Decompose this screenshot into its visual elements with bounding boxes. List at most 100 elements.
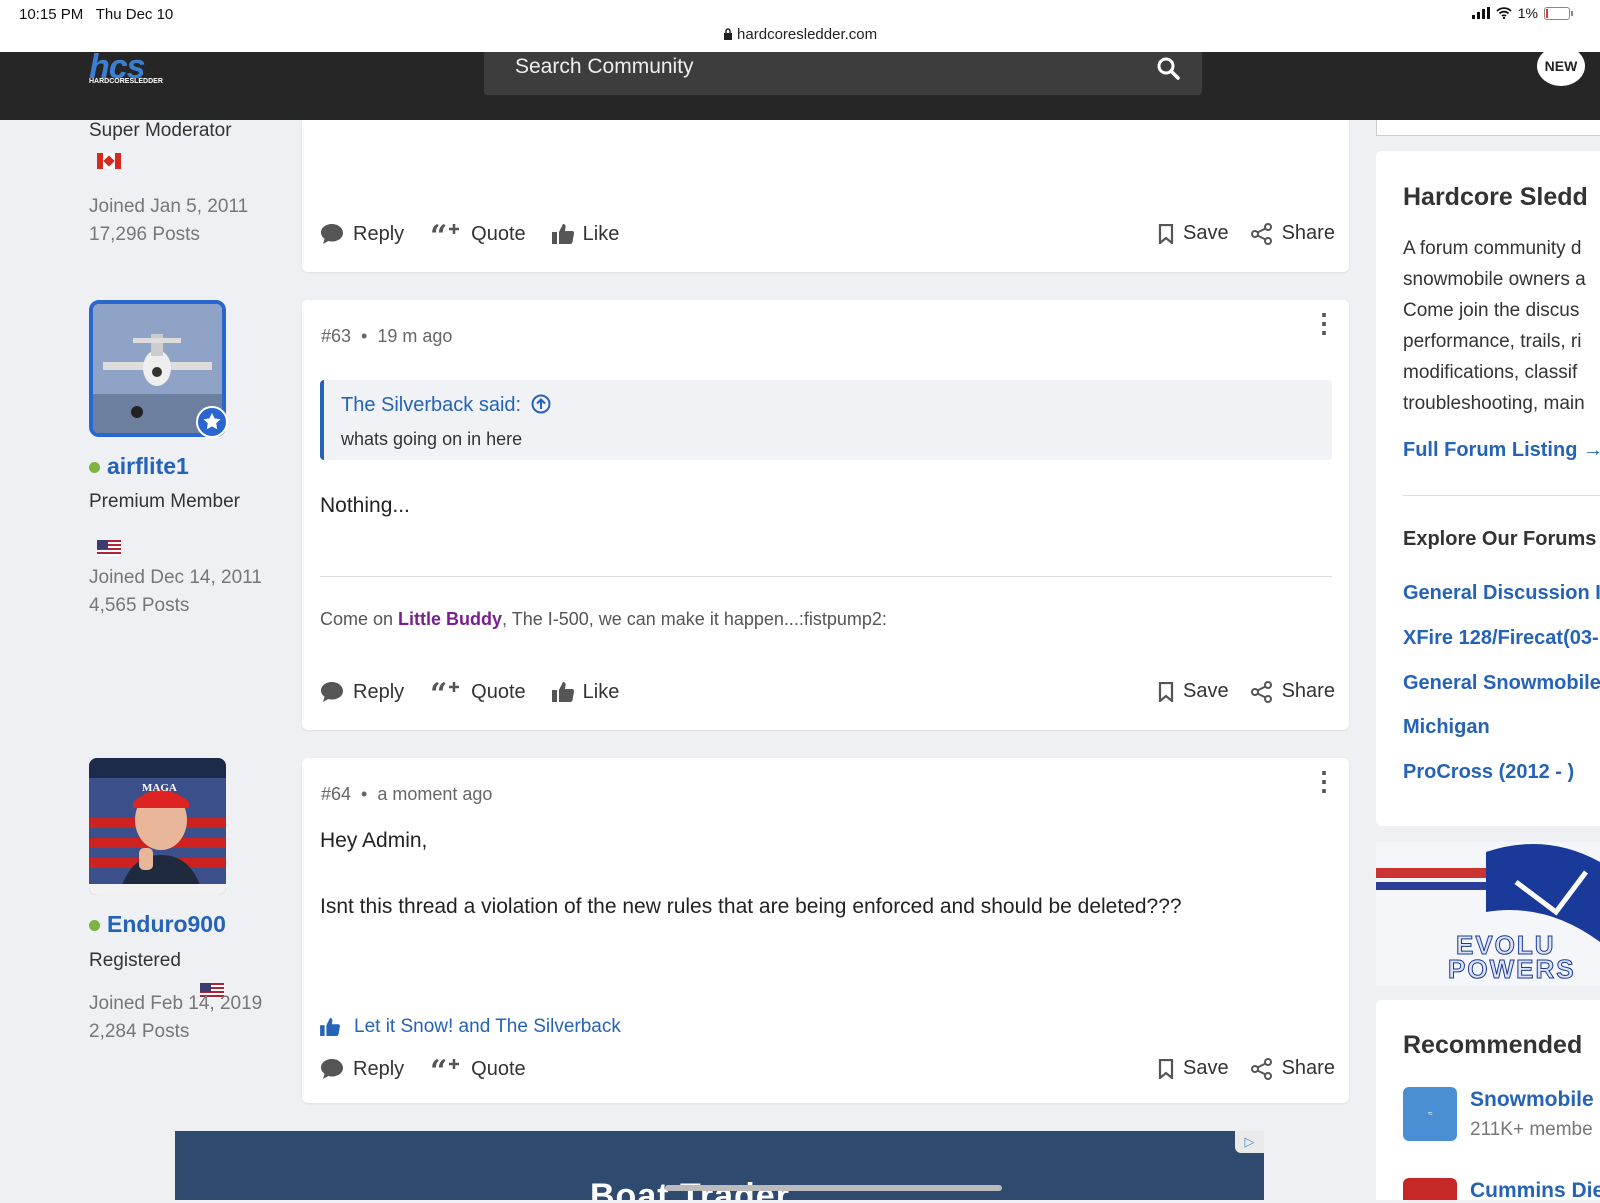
post-number[interactable]: #64 — [321, 784, 351, 804]
ad-choices-icon[interactable]: ▷ — [1235, 1131, 1264, 1153]
username-enduro900[interactable]: Enduro900 — [89, 911, 226, 938]
post63-actions: Reply “ Quote Like — [320, 680, 645, 704]
quote-icon: “ — [430, 1057, 460, 1081]
share-icon — [1250, 222, 1272, 245]
post62-actions: Reply “ Quote Like — [320, 222, 645, 246]
thumbs-up-icon — [551, 682, 574, 702]
sidebar-title: Hardcore Sledd — [1403, 183, 1588, 211]
forum-link-general-discussion[interactable]: General Discussion I — [1403, 582, 1600, 605]
site-logo[interactable]: hcs HARDCORESLEDDER — [89, 50, 163, 86]
quote-text: whats going on in here — [341, 429, 523, 449]
forum-link-procross[interactable]: ProCross (2012 - ) — [1403, 761, 1574, 784]
svg-text:“: “ — [430, 1057, 447, 1081]
post63-body: Nothing... — [320, 494, 410, 517]
avatar[interactable]: MAGA — [89, 758, 226, 895]
quote-button[interactable]: “ Quote — [430, 1057, 525, 1081]
post63-joined: Joined Dec 14, 2011 — [89, 567, 262, 588]
rec-community-name-2[interactable]: Cummins Die — [1470, 1179, 1600, 1203]
reply-button[interactable]: Reply — [320, 681, 404, 704]
explore-forums-title: Explore Our Forums — [1403, 528, 1597, 550]
post62-posts: 17,296 Posts — [89, 224, 200, 245]
post64-actions: Reply “ Quote — [320, 1057, 552, 1081]
signature-link[interactable]: Little Buddy — [398, 609, 502, 629]
forum-link-michigan[interactable]: Michigan — [1403, 716, 1490, 739]
post64-joined: Joined Feb 14, 2019 — [89, 993, 263, 1014]
signature-divider — [320, 576, 1332, 577]
bookmark-icon — [1158, 223, 1174, 244]
quote-button[interactable]: “ Quote — [430, 680, 525, 704]
post62-joined: Joined Jan 5, 2011 — [89, 196, 249, 217]
arrow-up-circle-icon — [531, 394, 551, 414]
liked-by[interactable]: Let it Snow! and The Silverback — [320, 1016, 621, 1038]
status-time: 10:15 PM Thu Dec 10 — [19, 6, 174, 23]
post62-role: Super Moderator — [89, 120, 232, 141]
save-button[interactable]: Save — [1158, 1057, 1229, 1080]
quote-button[interactable]: “ Quote — [430, 222, 525, 246]
signature: Come on Little Buddy, The I-500, we can … — [320, 609, 887, 629]
thumbs-up-icon — [551, 224, 574, 244]
post64-role: Registered — [89, 950, 181, 971]
post64-right-actions: Save Share — [1158, 1057, 1335, 1080]
rec-community-name[interactable]: Snowmobile — [1470, 1088, 1594, 1112]
post-time[interactable]: a moment ago — [377, 784, 492, 804]
bookmark-icon — [1158, 681, 1174, 702]
maga-avatar-image — [89, 758, 226, 895]
canada-flag-icon — [97, 153, 121, 169]
post-time[interactable]: 19 m ago — [377, 326, 452, 346]
share-button[interactable]: Share — [1250, 680, 1335, 703]
share-button[interactable]: Share — [1250, 222, 1335, 245]
us-flag-icon — [97, 540, 121, 556]
reply-button[interactable]: Reply — [320, 223, 404, 246]
more-options-icon[interactable]: ⋮ — [1311, 768, 1337, 794]
save-button[interactable]: Save — [1158, 680, 1229, 703]
quote-icon: “ — [430, 680, 460, 704]
rec-community-icon-2[interactable] — [1403, 1178, 1457, 1200]
post64-body-line1: Hey Admin, — [320, 829, 428, 852]
reply-button[interactable]: Reply — [320, 1058, 404, 1081]
reply-icon — [321, 1059, 343, 1079]
post64-posts: 2,284 Posts — [89, 1021, 190, 1042]
post63-card — [302, 300, 1349, 730]
post62-right-actions: Save Share — [1158, 222, 1335, 245]
forum-link-xfire[interactable]: XFire 128/Firecat(03- — [1403, 627, 1599, 650]
post63-role: Premium Member — [89, 491, 240, 512]
more-options-icon[interactable]: ⋮ — [1311, 310, 1337, 336]
thumbs-up-icon — [320, 1018, 340, 1036]
sidebar-divider — [1403, 495, 1600, 496]
online-indicator — [89, 920, 100, 932]
share-icon — [1250, 680, 1272, 703]
address-bar[interactable]: hardcoresledder.com — [0, 26, 1600, 43]
post63-meta: #63 • 19 m ago — [321, 326, 453, 346]
search-icon[interactable] — [1156, 56, 1180, 80]
post63-posts: 4,565 Posts — [89, 595, 190, 616]
quote-author-link[interactable]: The Silverback said: — [341, 394, 551, 417]
quote-icon: “ — [430, 222, 460, 246]
share-button[interactable]: Share — [1250, 1057, 1335, 1080]
recommended-title: Recommended — [1403, 1031, 1583, 1059]
sidebar-ad[interactable]: EVOLU POWERS — [1376, 842, 1600, 986]
lock-icon — [723, 28, 732, 40]
new-posts-button[interactable]: NEW — [1537, 46, 1585, 86]
rec-community-members: 211K+ membe — [1470, 1119, 1593, 1140]
forum-link-general-snowmobile[interactable]: General Snowmobile — [1403, 672, 1600, 695]
online-indicator — [89, 462, 100, 474]
post64-meta: #64 • a moment ago — [321, 784, 493, 804]
full-forum-listing-link[interactable]: Full Forum Listing → — [1403, 439, 1600, 462]
search-input[interactable]: Search Community — [484, 52, 1202, 95]
username-airflite1[interactable]: airflite1 — [89, 453, 189, 480]
url-text: hardcoresledder.com — [737, 26, 878, 43]
post64-card — [302, 758, 1349, 1103]
like-button[interactable]: Like — [551, 223, 619, 246]
post63-right-actions: Save Share — [1158, 680, 1335, 703]
status-icons: 1% — [1471, 5, 1573, 21]
quote-block: The Silverback said: whats going on in h… — [320, 380, 1332, 460]
reply-icon — [321, 682, 343, 702]
reply-icon — [321, 224, 343, 244]
save-button[interactable]: Save — [1158, 222, 1229, 245]
battery-percent: 1% — [1517, 5, 1538, 21]
search-placeholder: Search Community — [515, 55, 694, 78]
svg-text:“: “ — [430, 222, 447, 246]
like-button[interactable]: Like — [551, 681, 619, 704]
post-number[interactable]: #63 — [321, 326, 351, 346]
rec-community-icon[interactable]: ≈ — [1403, 1087, 1457, 1141]
